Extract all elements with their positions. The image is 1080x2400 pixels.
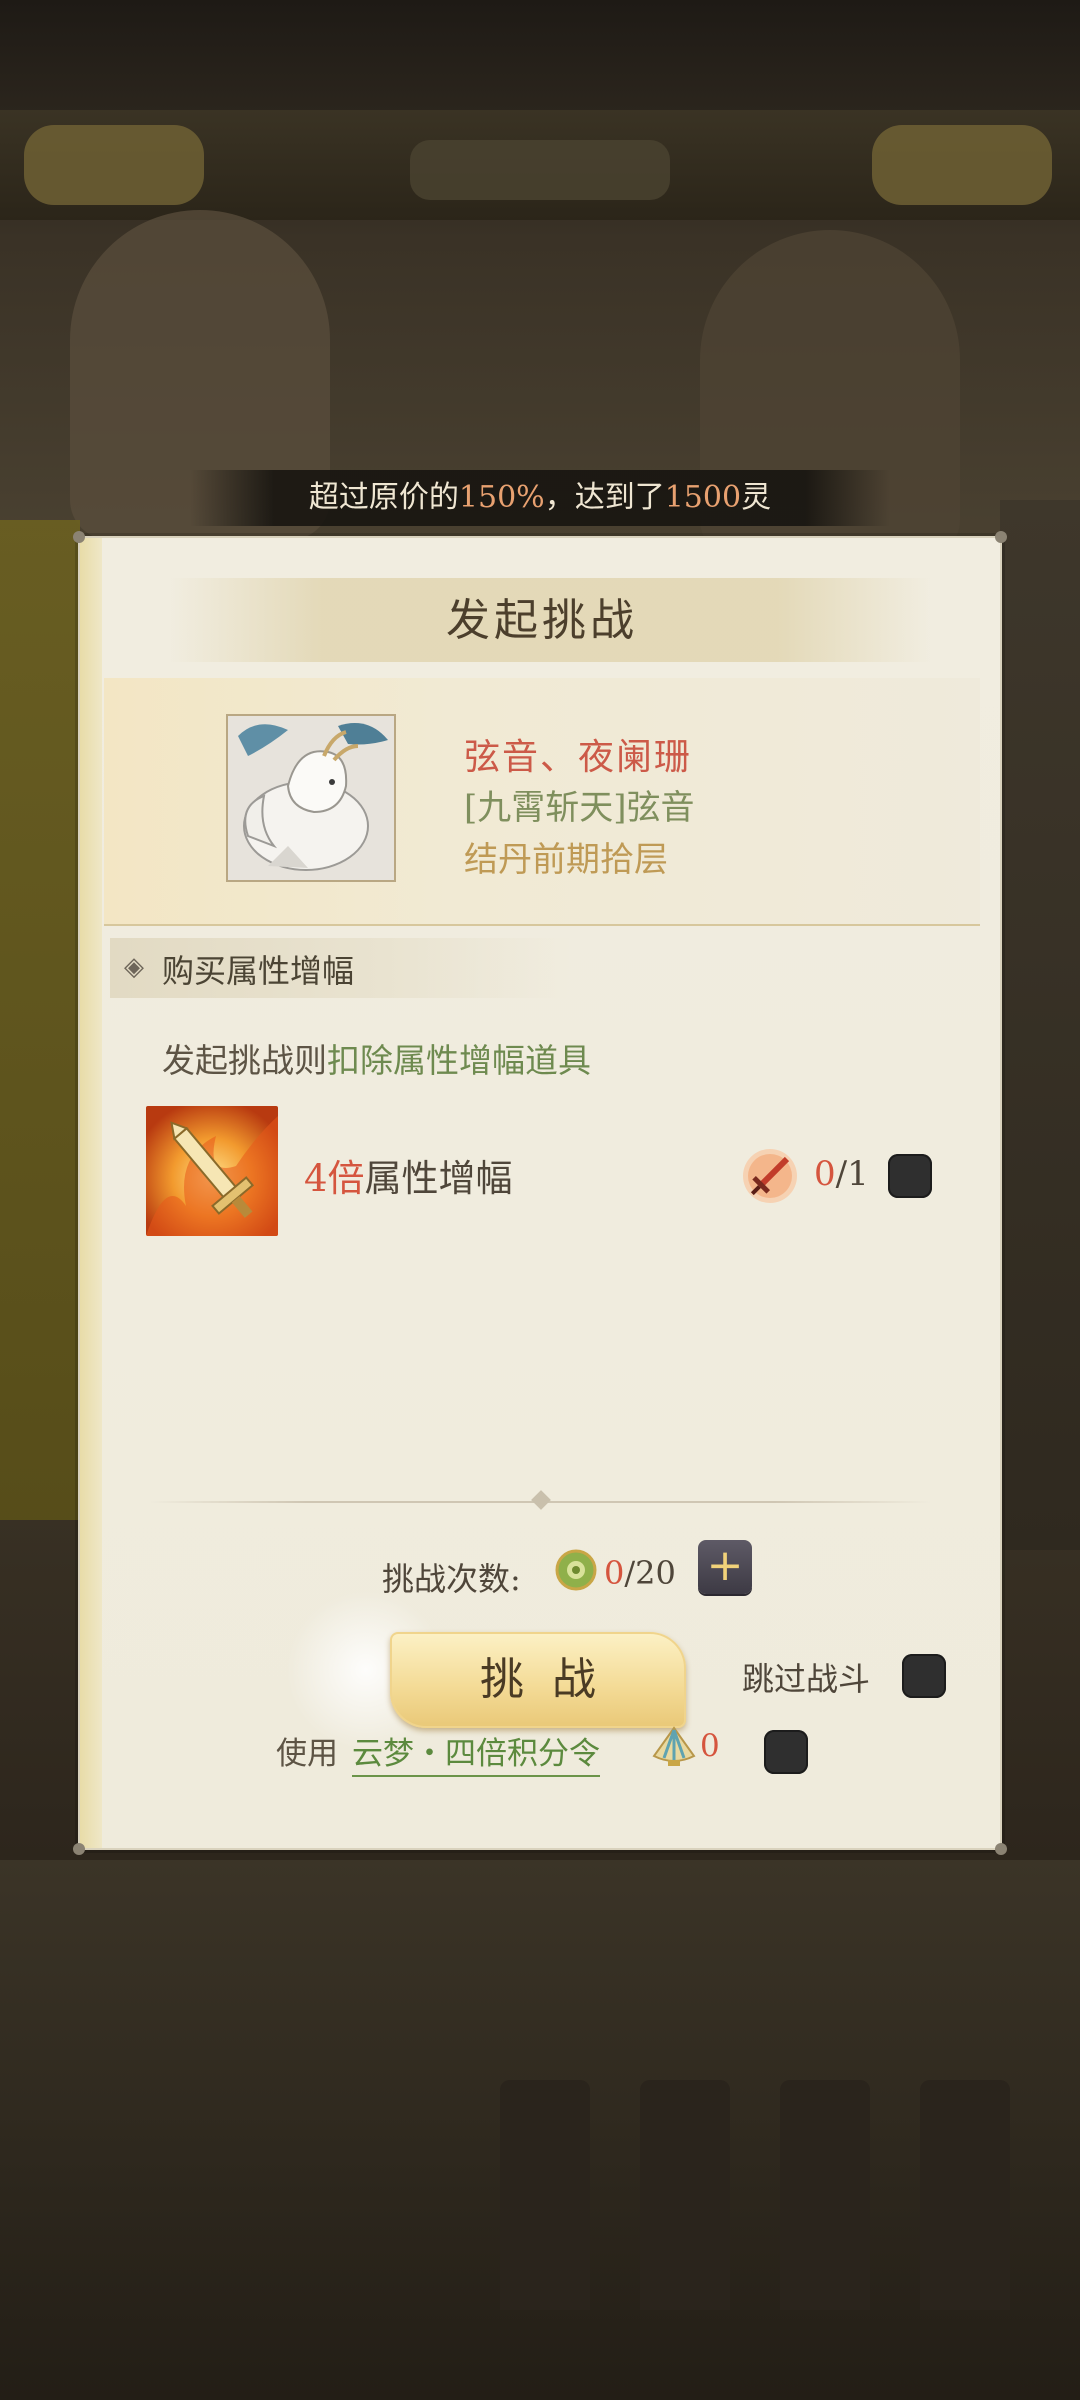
background-pillar — [640, 2080, 730, 2310]
jade-token-icon — [554, 1548, 598, 1592]
kirin-portrait-icon — [228, 716, 394, 880]
corner-ornament — [995, 531, 1007, 543]
tries-count: 0/20 — [604, 1554, 676, 1592]
background-pillar — [780, 2080, 870, 2310]
background-left-pill — [24, 125, 204, 205]
use-item-count: 0 — [700, 1728, 720, 1764]
opponent-name: 弦音、夜阑珊 — [464, 737, 693, 778]
boost-name: 属性增幅 — [364, 1157, 513, 1200]
scrolling-notice: 超过原价的150%，达到了1500灵 — [190, 470, 890, 526]
boost-checkbox[interactable] — [888, 1154, 932, 1198]
description-prefix: 发起挑战则 — [162, 1041, 327, 1080]
diamond-bullet-icon: ◈ — [124, 952, 144, 982]
dialog-title: 发起挑战 — [446, 595, 638, 646]
panel-left-edge — [80, 538, 102, 1848]
notice-amount: 1500 — [664, 480, 742, 515]
background-pillar — [920, 2080, 1010, 2310]
use-item-checkbox[interactable] — [764, 1730, 808, 1774]
section-title: 购买属性增幅 — [162, 952, 355, 990]
boost-owned: 0 — [814, 1154, 836, 1194]
background-title-blur — [410, 140, 670, 200]
corner-ornament — [73, 531, 85, 543]
notice-middle: ，达到了 — [544, 480, 665, 515]
description-highlight: 扣除属性增幅道具 — [327, 1041, 591, 1080]
notice-suffix: 灵 — [741, 480, 772, 515]
notice-percent: 150% — [458, 480, 545, 515]
opponent-title: [九霄斩天]弦音 — [464, 788, 695, 828]
boost-owned-count: 0/1 — [814, 1154, 869, 1194]
tries-total: /20 — [624, 1554, 676, 1592]
boost-required: /1 — [835, 1154, 869, 1194]
background-left-strip — [0, 520, 80, 1520]
corner-ornament — [995, 1843, 1007, 1855]
boost-multiplier: 4倍 — [304, 1157, 365, 1200]
tries-used: 0 — [604, 1554, 625, 1592]
add-tries-button[interactable]: + — [698, 1540, 752, 1594]
tries-label: 挑战次数: — [382, 1560, 521, 1598]
challenge-button[interactable]: 挑战 — [390, 1632, 686, 1728]
boost-description: 发起挑战则扣除属性增幅道具 — [162, 1034, 591, 1082]
use-item-link[interactable]: 云梦・四倍积分令 — [352, 1728, 600, 1777]
shell-token-icon — [650, 1722, 698, 1770]
use-item-prefix: 使用 — [276, 1736, 338, 1772]
background-pillar — [500, 2080, 590, 2310]
challenge-dialog: 发起挑战 弦音、夜阑珊 [九霄斩天]弦音 结丹前期拾层 ◈ 购买属性增幅 发起挑… — [73, 531, 1007, 1855]
skip-battle-label: 跳过战斗 — [742, 1660, 871, 1698]
background-right-strip — [1000, 500, 1080, 1550]
opponent-realm: 结丹前期拾层 — [464, 840, 668, 880]
flaming-sword-icon — [146, 1106, 278, 1236]
opponent-portrait[interactable] — [226, 714, 396, 882]
skip-battle-checkbox[interactable] — [902, 1654, 946, 1698]
notice-prefix: 超过原价的 — [308, 480, 459, 515]
corner-ornament — [73, 1843, 85, 1855]
sword-token-icon — [740, 1146, 800, 1206]
boost-label: 4倍属性增幅 — [304, 1148, 513, 1202]
background-right-pill — [872, 125, 1052, 205]
divider-diamond — [531, 1490, 551, 1510]
